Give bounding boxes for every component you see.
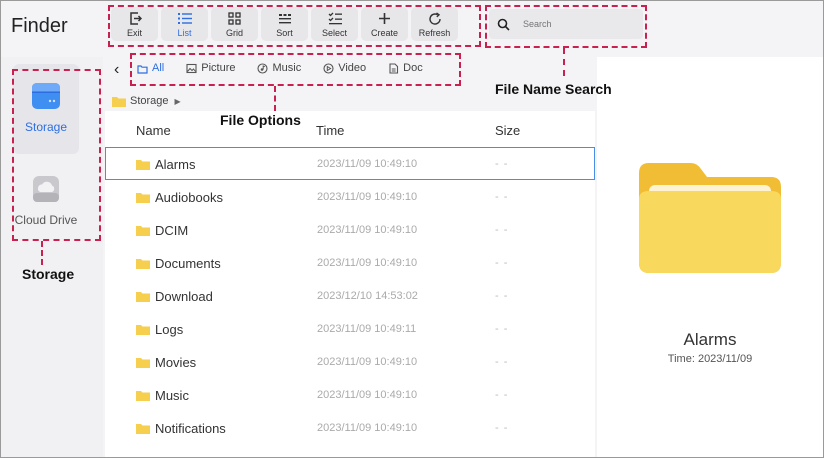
file-options-highlight-box xyxy=(130,53,461,86)
file-name: Download xyxy=(155,289,213,304)
file-size: - - xyxy=(495,323,509,335)
file-size: - - xyxy=(495,257,509,269)
file-size: - - xyxy=(495,422,509,434)
file-row[interactable]: Download 2023/12/10 14:53:02 - - xyxy=(105,279,595,312)
folder-icon xyxy=(112,96,126,107)
folder-icon xyxy=(136,193,150,203)
file-size: - - xyxy=(495,356,509,368)
finder-window: Finder Exit List Grid Sort Select Create… xyxy=(0,0,824,458)
file-row[interactable]: Notifications 2023/11/09 10:49:10 - - xyxy=(105,411,595,444)
file-size: - - xyxy=(495,290,509,302)
back-button[interactable]: ‹ xyxy=(114,62,119,78)
breadcrumb[interactable]: Storage ▶ xyxy=(112,95,181,107)
file-time: 2023/12/10 14:53:02 xyxy=(317,290,418,302)
file-row[interactable]: DCIM 2023/11/09 10:49:10 - - xyxy=(105,213,595,246)
file-size: - - xyxy=(495,191,509,203)
column-size[interactable]: Size xyxy=(495,123,520,138)
file-row[interactable]: Audiobooks 2023/11/09 10:49:10 - - xyxy=(105,180,595,213)
folder-icon xyxy=(136,391,150,401)
file-time: 2023/11/09 10:49:10 xyxy=(317,389,418,401)
folder-icon xyxy=(136,424,150,434)
folder-icon xyxy=(136,259,150,269)
file-name: Music xyxy=(155,388,189,403)
search-highlight-box xyxy=(485,5,647,48)
storage-highlight-box xyxy=(12,69,101,241)
file-name: Documents xyxy=(155,256,221,271)
preview-pane: Alarms Time: 2023/11/09 xyxy=(597,57,823,457)
folder-icon xyxy=(136,160,150,170)
file-options-connector xyxy=(274,86,276,111)
file-row[interactable]: Music 2023/11/09 10:49:10 - - xyxy=(105,378,595,411)
file-time: 2023/11/09 10:49:10 xyxy=(317,224,418,236)
folder-icon xyxy=(136,325,150,335)
file-row[interactable]: Alarms 2023/11/09 10:49:10 - - xyxy=(105,147,595,180)
file-name: DCIM xyxy=(155,223,189,238)
file-time: 2023/11/09 10:49:10 xyxy=(317,191,418,203)
file-time: 2023/11/09 10:49:10 xyxy=(317,158,418,170)
file-time: 2023/11/09 10:49:10 xyxy=(317,257,418,269)
file-list-header: Name Time Size xyxy=(105,111,595,147)
file-size: - - xyxy=(495,158,509,170)
folder-icon xyxy=(136,292,150,302)
folder-icon xyxy=(136,226,150,236)
preview-time: Time: 2023/11/09 xyxy=(667,353,753,365)
file-row[interactable]: Documents 2023/11/09 10:49:10 - - xyxy=(105,246,595,279)
file-list: Name Time Size Alarms 2023/11/09 10:49:10… xyxy=(105,111,595,457)
breadcrumb-chevron-icon: ▶ xyxy=(174,96,181,106)
file-name-search-annotation: File Name Search xyxy=(495,81,612,97)
column-name[interactable]: Name xyxy=(136,123,171,138)
file-row[interactable]: Logs 2023/11/09 10:49:11 - - xyxy=(105,312,595,345)
search-connector xyxy=(563,48,565,76)
file-name: Movies xyxy=(155,355,197,370)
breadcrumb-label: Storage xyxy=(130,95,169,107)
file-name: Notifications xyxy=(155,421,226,436)
storage-annotation: Storage xyxy=(22,266,75,282)
file-row[interactable]: Movies 2023/11/09 10:49:10 - - xyxy=(105,345,595,378)
file-name: Logs xyxy=(155,322,184,337)
storage-connector xyxy=(41,241,43,265)
folder-icon xyxy=(136,358,150,368)
toolbar-highlight-box xyxy=(108,5,481,47)
preview-name: Alarms xyxy=(683,330,737,349)
large-folder-icon xyxy=(639,163,781,273)
file-time: 2023/11/09 10:49:10 xyxy=(317,422,418,434)
file-name: Audiobooks xyxy=(155,190,223,205)
column-time[interactable]: Time xyxy=(316,123,344,138)
file-size: - - xyxy=(495,224,509,236)
file-time: 2023/11/09 10:49:11 xyxy=(317,323,417,335)
file-size: - - xyxy=(495,389,509,401)
app-title: Finder xyxy=(11,15,68,37)
file-options-annotation: File Options xyxy=(220,112,301,128)
file-name: Alarms xyxy=(155,157,196,172)
file-time: 2023/11/09 10:49:10 xyxy=(317,356,418,368)
